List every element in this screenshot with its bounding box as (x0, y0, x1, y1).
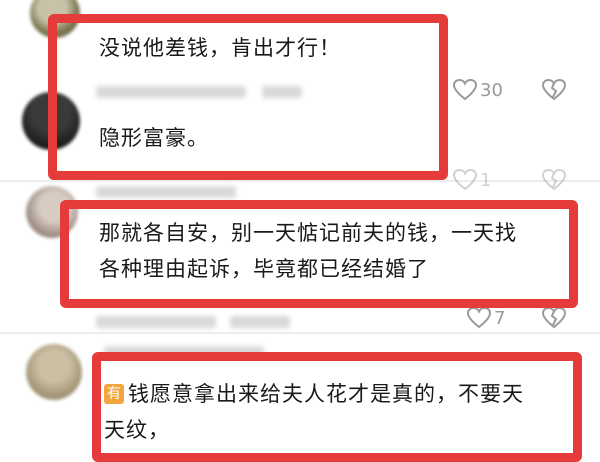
thumb-down-icon (540, 78, 568, 102)
blurred-meta (230, 316, 290, 328)
highlight-box (48, 14, 448, 180)
dislike-button[interactable] (540, 78, 568, 102)
highlight-box (92, 352, 582, 462)
like-button[interactable]: 7 (466, 306, 505, 330)
dislike-button[interactable] (540, 306, 568, 330)
heart-icon (452, 168, 478, 192)
like-button[interactable]: 30 (452, 78, 503, 102)
avatar[interactable] (26, 344, 82, 400)
like-count: 1 (480, 169, 492, 191)
highlight-box (60, 200, 578, 308)
like-count: 7 (494, 307, 506, 329)
blurred-username (96, 186, 236, 198)
thumb-down-icon (540, 168, 568, 192)
like-button[interactable]: 1 (452, 168, 491, 192)
heart-icon (466, 306, 492, 330)
dislike-button[interactable] (540, 168, 568, 192)
blurred-meta (96, 316, 216, 328)
like-count: 30 (480, 79, 503, 101)
heart-icon (452, 78, 478, 102)
thumb-down-icon (540, 306, 568, 330)
